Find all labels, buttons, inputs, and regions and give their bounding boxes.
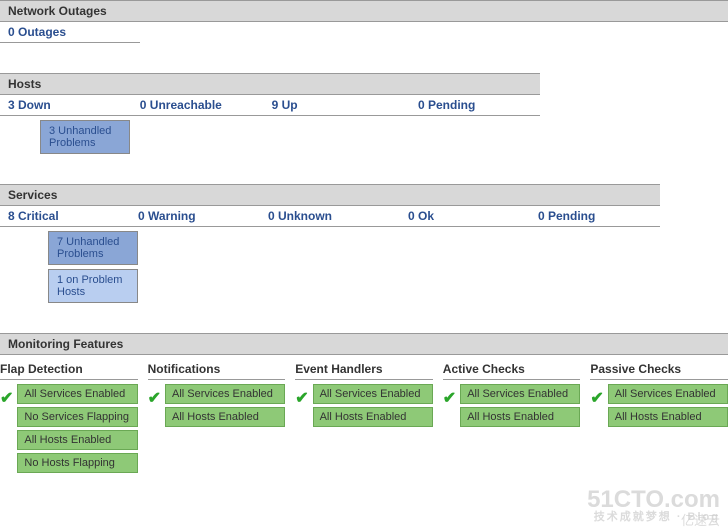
network-outages-header: Network Outages (0, 0, 728, 22)
services-warning-link[interactable]: 0 Warning (130, 206, 260, 226)
notifications-title: Notifications (148, 359, 286, 380)
hosts-section: Hosts 3 Down 0 Unreachable 9 Up 0 Pendin… (0, 73, 728, 154)
monitoring-header: Monitoring Features (0, 333, 728, 355)
services-ok-link[interactable]: 0 Ok (400, 206, 530, 226)
check-icon: ✔ (0, 388, 13, 408)
watermark-yisu: 亿速云 (681, 510, 720, 529)
check-icon: ✔ (295, 388, 308, 408)
flap-item[interactable]: All Services Enabled (17, 384, 137, 404)
hosts-up-link[interactable]: 9 Up (264, 95, 410, 115)
check-icon: ✔ (148, 388, 161, 408)
services-unhandled-badge[interactable]: 7 Unhandled Problems (48, 231, 138, 265)
passive-checks-col: Passive Checks ✔ All Services Enabled Al… (590, 359, 728, 473)
services-header: Services (0, 184, 660, 206)
watermark-51cto: 51CTO.com 技术成就梦想 · Blog (587, 488, 720, 523)
passive-checks-item[interactable]: All Hosts Enabled (608, 407, 728, 427)
hosts-pending-link[interactable]: 0 Pending (410, 95, 540, 115)
event-handlers-item[interactable]: All Services Enabled (313, 384, 433, 404)
network-outages-section: Network Outages 0 Outages (0, 0, 728, 43)
flap-detection-col: Flap Detection ✔ All Services Enabled No… (0, 359, 138, 473)
event-handlers-col: Event Handlers ✔ All Services Enabled Al… (295, 359, 433, 473)
services-pending-link[interactable]: 0 Pending (530, 206, 660, 226)
event-handlers-title: Event Handlers (295, 359, 433, 380)
services-on-problem-badge[interactable]: 1 on Problem Hosts (48, 269, 138, 303)
watermark-line1: 51CTO.com (587, 488, 720, 512)
services-section: Services 8 Critical 0 Warning 0 Unknown … (0, 184, 728, 303)
active-checks-title: Active Checks (443, 359, 581, 380)
hosts-header: Hosts (0, 73, 540, 95)
active-checks-col: Active Checks ✔ All Services Enabled All… (443, 359, 581, 473)
notifications-item[interactable]: All Hosts Enabled (165, 407, 285, 427)
hosts-down-link[interactable]: 3 Down (0, 95, 132, 115)
notifications-col: Notifications ✔ All Services Enabled All… (148, 359, 286, 473)
outages-count-link[interactable]: 0 Outages (0, 22, 74, 42)
active-checks-item[interactable]: All Services Enabled (460, 384, 580, 404)
flap-item[interactable]: No Hosts Flapping (17, 453, 137, 473)
check-icon: ✔ (443, 388, 456, 408)
flap-item[interactable]: All Hosts Enabled (17, 430, 137, 450)
flap-title: Flap Detection (0, 359, 138, 380)
event-handlers-item[interactable]: All Hosts Enabled (313, 407, 433, 427)
notifications-item[interactable]: All Services Enabled (165, 384, 285, 404)
passive-checks-item[interactable]: All Services Enabled (608, 384, 728, 404)
services-unknown-link[interactable]: 0 Unknown (260, 206, 400, 226)
active-checks-item[interactable]: All Hosts Enabled (460, 407, 580, 427)
passive-checks-title: Passive Checks (590, 359, 728, 380)
hosts-unhandled-badge[interactable]: 3 Unhandled Problems (40, 120, 130, 154)
monitoring-features-section: Monitoring Features Flap Detection ✔ All… (0, 333, 728, 473)
flap-item[interactable]: No Services Flapping (17, 407, 137, 427)
watermark-line2: 技术成就梦想 · Blog (587, 512, 720, 523)
hosts-unreachable-link[interactable]: 0 Unreachable (132, 95, 264, 115)
check-icon: ✔ (590, 388, 603, 408)
services-critical-link[interactable]: 8 Critical (0, 206, 130, 226)
